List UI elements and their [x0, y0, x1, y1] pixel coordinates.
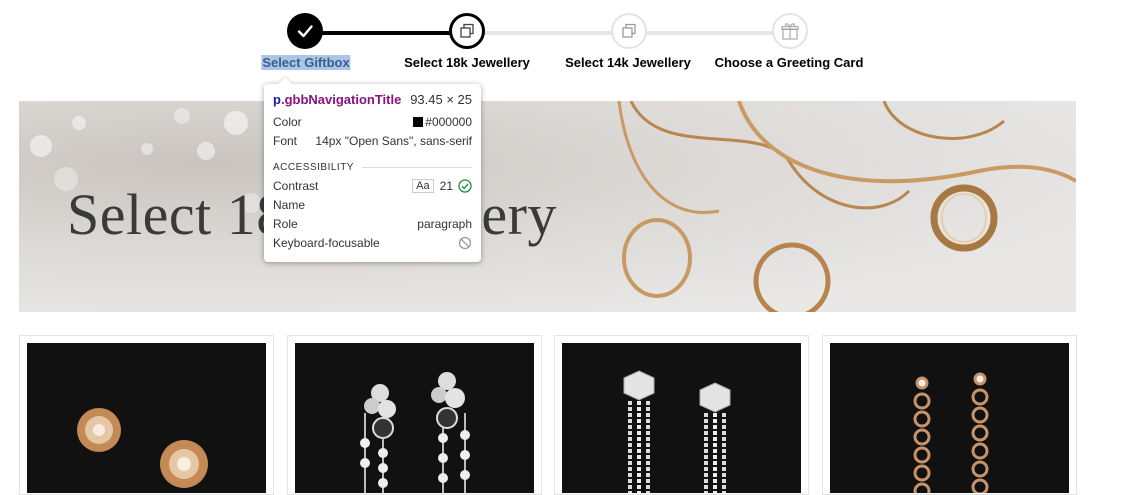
product-card[interactable] [287, 335, 542, 495]
chain-drop-earrings-image [913, 372, 989, 493]
focusable-label: Keyboard-focusable [273, 235, 380, 250]
name-label: Name [273, 197, 306, 212]
onyx-drop-earrings-image [360, 372, 470, 493]
font-value: 14px "Open Sans", sans-serif [315, 133, 472, 148]
role-label: Role [273, 216, 298, 231]
checkout-stepper: Select Giftbox Select 18k Jewellery Sele… [0, 0, 1136, 90]
product-image [295, 343, 534, 493]
gift-icon [781, 23, 799, 40]
step-2-label[interactable]: Select 18k Jewellery [404, 55, 530, 70]
product-card[interactable] [554, 335, 809, 495]
contrast-value: Aa 21 [412, 178, 472, 193]
contrast-badge: Aa [412, 178, 434, 193]
checkmark-icon [297, 25, 313, 38]
contrast-label: Contrast [273, 178, 319, 193]
accessibility-heading: ACCESSIBILITY [273, 158, 472, 176]
product-image [27, 343, 266, 493]
progress-track-complete [305, 31, 467, 35]
font-label: Font [273, 133, 298, 148]
jewellery-hoops-image [617, 101, 1076, 312]
element-selector: p.gbbNavigationTitle [273, 92, 402, 107]
product-image [562, 343, 801, 493]
copy-icon [622, 23, 636, 38]
diamond-tassel-earrings-image [623, 370, 731, 493]
step-1-icon[interactable] [287, 13, 323, 49]
hero-banner: Select 18k Jewellery [19, 101, 1076, 312]
color-swatch-icon [413, 116, 424, 127]
devtools-inspect-tooltip: p.gbbNavigationTitle 93.45 × 25 Color #0… [264, 84, 481, 262]
product-card[interactable] [19, 335, 274, 495]
rose-earrings-image [77, 408, 208, 488]
role-value: paragraph [417, 216, 472, 231]
color-label: Color [273, 114, 302, 129]
step-4-icon[interactable] [772, 13, 808, 49]
color-value: #000000 [413, 115, 472, 129]
not-allowed-icon [458, 236, 472, 249]
step-1-label[interactable]: Select Giftbox [261, 55, 351, 70]
copy-icon [460, 23, 474, 38]
step-3-icon[interactable] [611, 13, 647, 49]
check-circle-icon [458, 178, 472, 193]
element-size: 93.45 × 25 [410, 92, 472, 107]
product-image [830, 343, 1069, 493]
step-2-icon[interactable] [449, 13, 485, 49]
step-3-label[interactable]: Select 14k Jewellery [565, 55, 691, 70]
product-card[interactable] [822, 335, 1077, 495]
step-4-label[interactable]: Choose a Greeting Card [715, 55, 864, 70]
